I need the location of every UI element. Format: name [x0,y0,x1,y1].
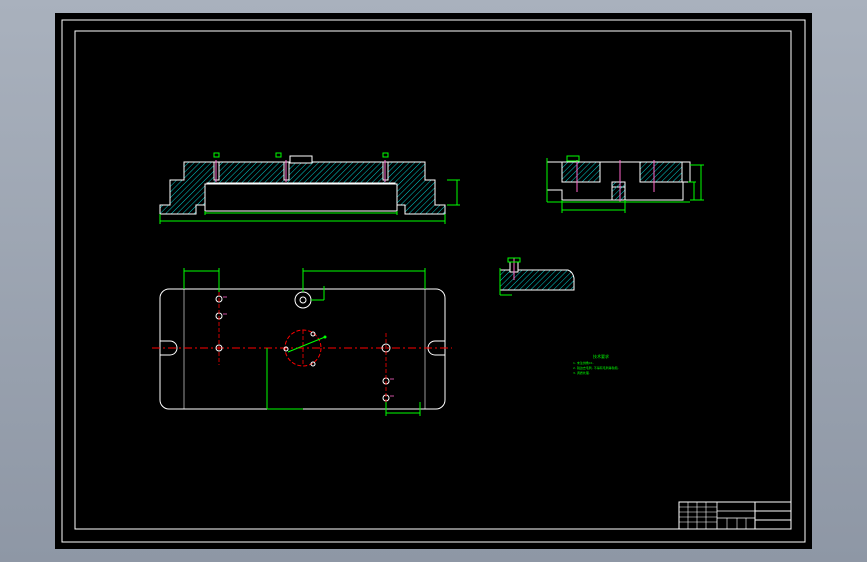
plan-outline [159,288,446,410]
hole-top-center [294,291,312,309]
detail-hatch [499,269,575,291]
front-section-view [159,152,460,224]
outer-frame [61,19,806,543]
holes-right-column [381,333,394,405]
note-line-2: 2. 锐边去毛刺, 不得有毛刺等缺陷. [573,365,619,370]
side-hatch-right [639,161,683,183]
top-plan-view [152,268,452,416]
cad-viewport[interactable]: 技术要求 1. 未注倒角C1. 2. 锐边去毛刺, 不得有毛刺等缺陷. 3. 调… [0,0,867,562]
cad-drawing: 技术要求 1. 未注倒角C1. 2. 锐边去毛刺, 不得有毛刺等缺陷. 3. 调… [61,19,806,543]
top-boss [289,155,313,164]
detail-section-view [499,257,575,296]
note-line-3: 3. 调质处理. [573,370,590,375]
holes-left-column [215,292,227,365]
side-hatch-left [561,161,601,183]
front-cavity [204,183,398,212]
technical-notes: 技术要求 1. 未注倒角C1. 2. 锐边去毛刺, 不得有毛刺等缺陷. 3. 调… [573,353,619,375]
note-line-1: 1. 未注倒角C1. [573,360,594,365]
side-section-view [546,155,704,213]
center-bore [283,329,327,367]
notes-title: 技术要求 [593,353,609,359]
inner-frame [74,30,792,530]
title-block [678,501,792,530]
